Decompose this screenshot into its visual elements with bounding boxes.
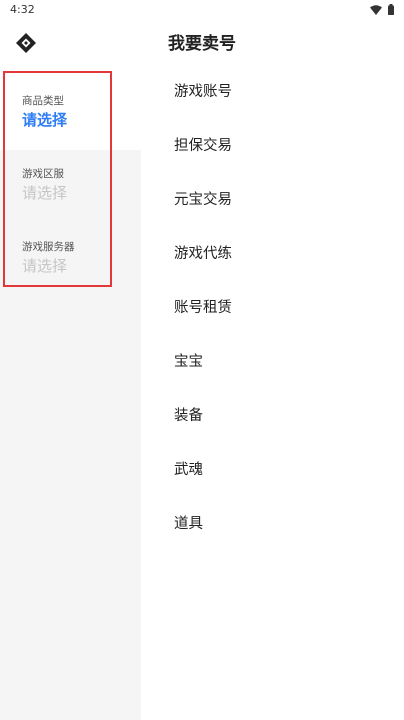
filter-value: 请选择 [22,111,68,129]
filter-label: 商品类型 [22,95,64,107]
category-item-martial-soul[interactable]: 武魂 [174,460,203,480]
filter-value: 请选择 [22,257,68,275]
status-time: 4:32 [10,3,35,16]
app-bar: 我要卖号 [0,20,404,66]
filter-sidebar: 商品类型 请选择 游戏区服 请选择 游戏服务器 请选择 [0,66,141,720]
filter-game-region[interactable]: 游戏区服 请选择 [22,167,67,203]
filter-game-server[interactable]: 游戏服务器 请选择 [22,240,75,276]
category-item-game-account[interactable]: 游戏账号 [174,82,232,102]
battery-icon [388,4,394,15]
category-item-pet[interactable]: 宝宝 [174,352,203,372]
category-item-account-rental[interactable]: 账号租赁 [174,298,232,318]
page-title: 我要卖号 [168,34,236,54]
category-item-escrow-trade[interactable]: 担保交易 [174,136,232,156]
category-item-equipment[interactable]: 装备 [174,406,203,426]
filter-label: 游戏区服 [22,168,64,180]
filter-value: 请选择 [22,184,68,202]
category-item-items[interactable]: 道具 [174,514,203,534]
filter-product-type[interactable]: 商品类型 请选择 [22,94,67,130]
status-bar: 4:32 [0,0,404,20]
category-list: 游戏账号 担保交易 元宝交易 游戏代练 账号租赁 宝宝 装备 武魂 道具 [141,66,404,720]
category-item-ingot-trade[interactable]: 元宝交易 [174,190,232,210]
category-item-power-leveling[interactable]: 游戏代练 [174,244,232,264]
wifi-icon [370,4,382,15]
status-icons [370,4,394,15]
filter-label: 游戏服务器 [22,241,75,253]
